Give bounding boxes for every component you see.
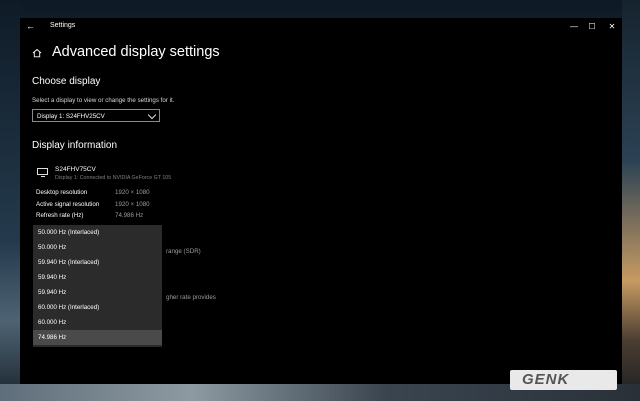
page-title: Advanced display settings [52,44,220,60]
choose-display-heading: Choose display [32,76,101,87]
display-select[interactable]: Display 1: S24FHV25CV [32,109,160,122]
desktop-resolution-label: Desktop resolution [36,189,88,196]
maximize-button[interactable]: ☐ [583,20,601,34]
display-select-value: Display 1: S24FHV25CV [37,112,105,120]
active-signal-resolution-value: 1920 × 1080 [115,201,150,208]
color-space-partial-text: range (SDR) [166,248,201,255]
choose-display-description: Select a display to view or change the s… [32,97,175,104]
refresh-rate-dropdown[interactable]: 50.000 Hz (Interlaced) 50.000 Hz 59.940 … [33,225,162,347]
refresh-option[interactable]: 50.000 Hz (Interlaced) [33,225,162,240]
refresh-rate-label: Refresh rate (Hz) [36,212,84,219]
title-bar: ← Settings — ☐ ✕ [20,18,622,36]
chevron-down-icon [147,110,157,120]
refresh-option[interactable]: 59.940 Hz (Interlaced) [33,255,162,270]
home-icon[interactable] [32,48,42,58]
back-arrow-icon[interactable]: ← [26,21,35,31]
settings-window: ← Settings — ☐ ✕ Advanced display settin… [20,18,622,384]
minimize-button[interactable]: — [565,20,583,34]
watermark-logo: GENK [522,371,570,388]
refresh-option[interactable]: 60.000 Hz [33,315,162,330]
active-signal-resolution-label: Active signal resolution [36,201,100,208]
refresh-option[interactable]: 50.000 Hz [33,240,162,255]
refresh-option-selected[interactable]: 74.986 Hz [33,330,162,345]
refresh-rate-value: 74.986 Hz [115,212,144,219]
desktop-resolution-value: 1920 × 1080 [115,189,150,196]
monitor-stand [41,176,45,177]
refresh-option[interactable]: 60.000 Hz (Interlaced) [33,300,162,315]
refresh-note-partial-text: gher rate provides [166,294,216,301]
desktop-background-left [0,0,20,401]
monitor-name: S24FHV75CV [55,166,96,173]
monitor-connection-info: Display 1: Connected to NVIDIA GeForce G… [55,175,172,181]
display-information-heading: Display information [32,140,118,151]
monitor-icon [37,168,48,175]
refresh-option[interactable]: 59.940 Hz [33,270,162,285]
desktop-background-right [622,0,640,401]
close-button[interactable]: ✕ [603,20,621,34]
refresh-option[interactable]: 59.940 Hz [33,285,162,300]
window-title: Settings [50,22,76,29]
